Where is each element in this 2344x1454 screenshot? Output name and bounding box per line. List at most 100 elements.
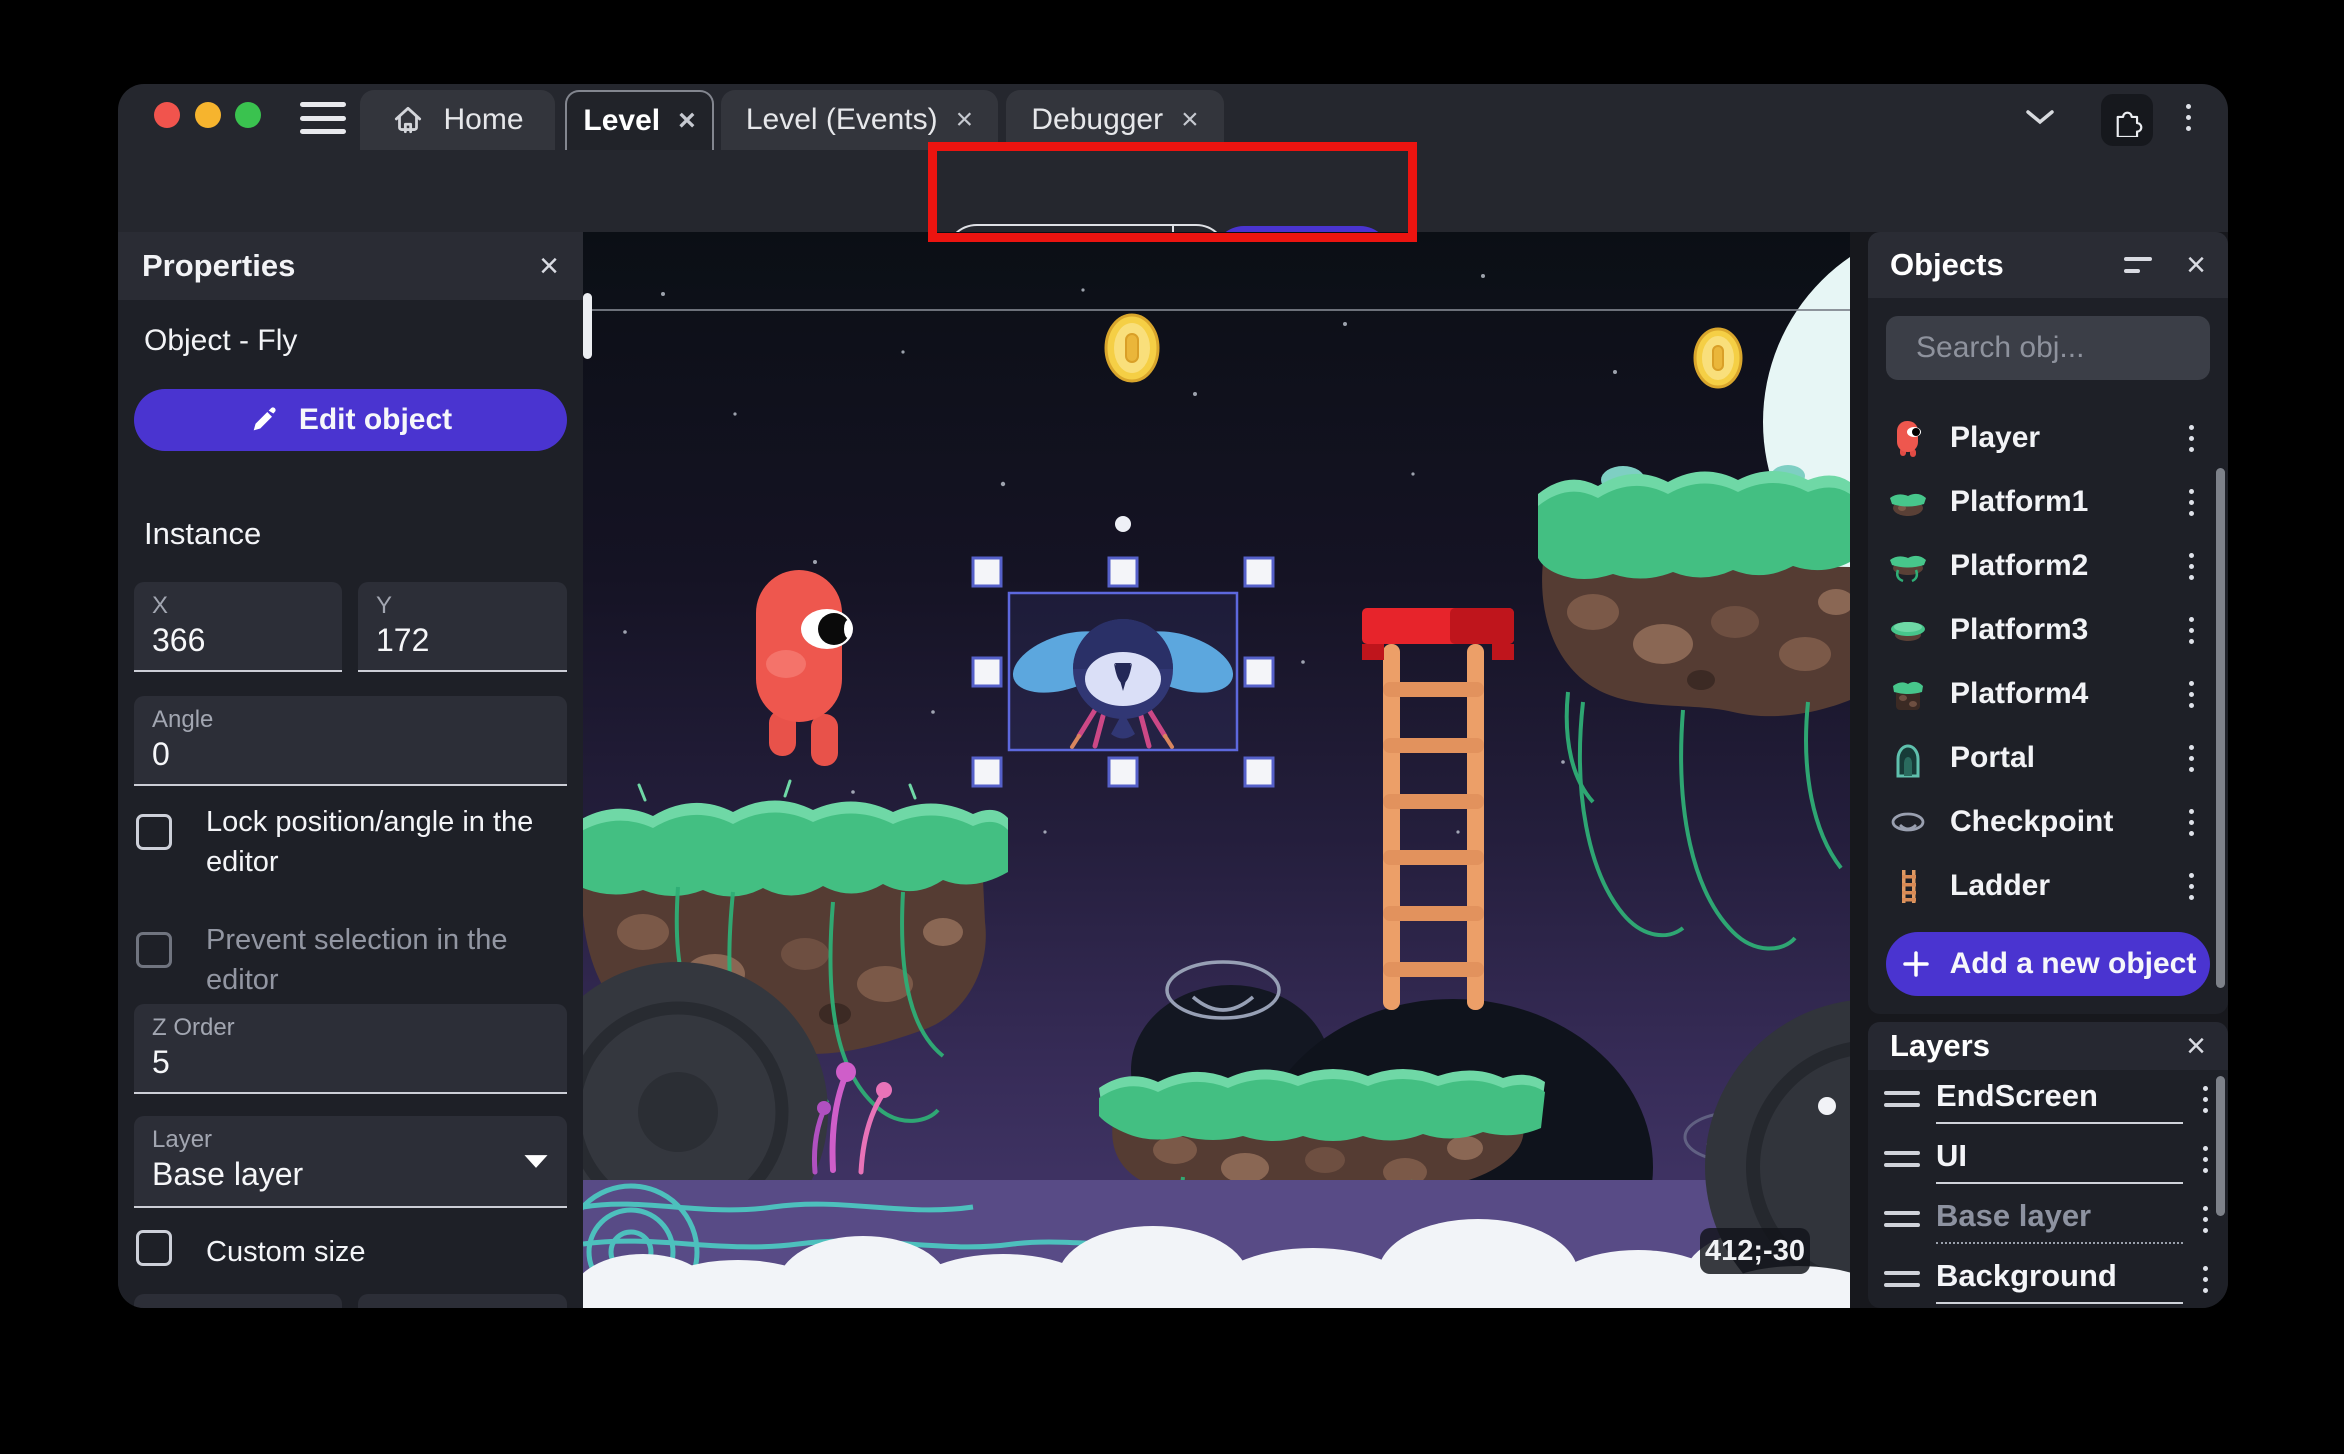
canvas-scrollbar[interactable] xyxy=(583,293,592,359)
object-row-ladder[interactable]: Ladder xyxy=(1878,856,2208,916)
traffic-light-close[interactable] xyxy=(154,102,180,128)
tab-label: Level xyxy=(583,104,661,137)
kebab-menu-icon[interactable] xyxy=(2180,98,2197,137)
object-row-platform4[interactable]: Platform4 xyxy=(1878,664,2208,724)
angle-field: Angle xyxy=(134,696,567,786)
layer-select-label: Layer xyxy=(152,1126,213,1153)
close-icon[interactable]: × xyxy=(539,249,559,283)
player-object-icon xyxy=(1897,421,1921,457)
properties-title: Properties xyxy=(142,248,296,283)
layer-row-background[interactable]: Background xyxy=(1878,1252,2214,1306)
drag-handle-icon[interactable] xyxy=(1884,1211,1920,1227)
layer-select-value: Base layer xyxy=(152,1156,304,1192)
coin xyxy=(1693,327,1743,389)
platform3-object-icon xyxy=(1891,622,1925,641)
layer-row-base-layer[interactable]: Base layer xyxy=(1878,1192,2214,1246)
lock-position-label[interactable]: Lock position/angle in the editor xyxy=(206,802,556,882)
close-tab-icon[interactable]: × xyxy=(956,105,974,135)
objects-title: Objects xyxy=(1890,247,2004,282)
tab-level-events[interactable]: Level (Events) × xyxy=(721,90,998,150)
tab-label: Level (Events) xyxy=(745,103,938,136)
object-menu-icon[interactable] xyxy=(2183,739,2200,778)
add-object-label: Add a new object xyxy=(1949,947,2197,980)
close-tab-icon[interactable]: × xyxy=(1181,105,1199,135)
object-menu-icon[interactable] xyxy=(2183,483,2200,522)
layer-menu-icon[interactable] xyxy=(2197,1200,2214,1239)
close-icon[interactable]: × xyxy=(2186,248,2206,282)
angle-input[interactable] xyxy=(152,734,549,773)
object-row-platform2[interactable]: Platform2 xyxy=(1878,536,2208,596)
rotation-handle[interactable] xyxy=(1115,516,1131,532)
objects-search-input[interactable] xyxy=(1916,331,2228,365)
tab-label: Home xyxy=(443,103,524,136)
z-order-input[interactable] xyxy=(152,1042,549,1081)
platform4-object-icon xyxy=(1893,681,1923,710)
drag-handle-icon[interactable] xyxy=(1884,1151,1920,1167)
add-object-button[interactable]: Add a new object xyxy=(1886,932,2210,996)
caret-down-icon xyxy=(524,1155,548,1168)
layer-menu-icon[interactable] xyxy=(2197,1260,2214,1299)
hamburger-menu-icon[interactable] xyxy=(300,102,346,134)
angle-field-label: Angle xyxy=(152,706,214,733)
puzzle-icon[interactable] xyxy=(2101,94,2153,146)
pencil-icon xyxy=(253,407,276,431)
close-tab-icon[interactable]: × xyxy=(678,106,696,136)
object-menu-icon[interactable] xyxy=(2183,675,2200,714)
objects-search xyxy=(1886,316,2228,380)
app-window: Home Level × Level (Events) × Debugger × xyxy=(118,84,2228,1308)
layers-title: Layers xyxy=(1890,1028,1990,1063)
layer-select[interactable]: Layer Base layer xyxy=(134,1116,567,1208)
edit-object-label: Edit object xyxy=(298,403,453,436)
object-menu-icon[interactable] xyxy=(2183,611,2200,650)
tab-home[interactable]: Home xyxy=(360,90,555,150)
close-icon[interactable]: × xyxy=(2186,1029,2206,1063)
object-row-checkpoint[interactable]: Checkpoint xyxy=(1878,792,2208,852)
checkpoint-object-icon xyxy=(1891,812,1925,832)
layer-menu-icon[interactable] xyxy=(2197,1140,2214,1179)
x-field: X xyxy=(134,582,342,672)
drag-handle-icon[interactable] xyxy=(1884,1091,1920,1107)
object-heading: Object - Fly xyxy=(144,324,298,357)
object-menu-icon[interactable] xyxy=(2183,803,2200,842)
object-row-platform3[interactable]: Platform3 xyxy=(1878,600,2208,660)
tab-debugger[interactable]: Debugger × xyxy=(1006,90,1224,150)
prevent-selection-label[interactable]: Prevent selection in the editor xyxy=(206,920,556,1000)
layer-row-endscreen[interactable]: EndScreen xyxy=(1878,1072,2214,1126)
tab-label: Debugger xyxy=(1031,103,1164,136)
drag-handle-icon[interactable] xyxy=(1884,1271,1920,1287)
layers-panel: Layers × EndScreen UI Base layer Backgro… xyxy=(1868,1022,2228,1308)
x-field-label: X xyxy=(152,592,169,619)
tab-level[interactable]: Level × xyxy=(565,90,714,150)
traffic-light-minimize[interactable] xyxy=(195,102,221,128)
content-area: Properties × Object - Fly Edit object In… xyxy=(118,232,2228,1308)
width-field-stub xyxy=(134,1294,342,1308)
chevron-down-icon[interactable] xyxy=(2018,100,2062,134)
custom-size-label[interactable]: Custom size xyxy=(206,1232,556,1272)
objects-panel: Objects × Player Platform1 Platform2 xyxy=(1868,232,2228,1014)
object-menu-icon[interactable] xyxy=(2183,867,2200,906)
scene-canvas[interactable]: 412;-30 xyxy=(583,232,1850,1308)
y-input[interactable] xyxy=(376,620,549,659)
layers-scrollbar[interactable] xyxy=(2216,1076,2225,1216)
prevent-selection-checkbox[interactable] xyxy=(136,932,172,968)
platform1-object-icon xyxy=(1890,493,1926,516)
ladder-object-icon xyxy=(1902,870,1916,903)
x-input[interactable] xyxy=(152,620,324,659)
coin xyxy=(1104,313,1160,383)
custom-size-checkbox[interactable] xyxy=(136,1230,172,1266)
home-icon xyxy=(395,106,422,134)
object-menu-icon[interactable] xyxy=(2183,419,2200,458)
properties-panel: Properties × Object - Fly Edit object In… xyxy=(118,232,583,1308)
layer-row-ui[interactable]: UI xyxy=(1878,1132,2214,1186)
object-menu-icon[interactable] xyxy=(2183,547,2200,586)
object-row-portal[interactable]: Portal xyxy=(1878,728,2208,788)
objects-scrollbar[interactable] xyxy=(2216,468,2225,988)
selection-rectangle xyxy=(1007,591,1239,752)
filter-icon[interactable] xyxy=(2124,257,2153,273)
object-row-platform1[interactable]: Platform1 xyxy=(1878,472,2208,532)
traffic-light-zoom[interactable] xyxy=(235,102,261,128)
object-row-player[interactable]: Player xyxy=(1878,408,2208,468)
lock-position-checkbox[interactable] xyxy=(136,814,172,850)
edit-object-button[interactable]: Edit object xyxy=(134,389,567,451)
layer-menu-icon[interactable] xyxy=(2197,1080,2214,1119)
